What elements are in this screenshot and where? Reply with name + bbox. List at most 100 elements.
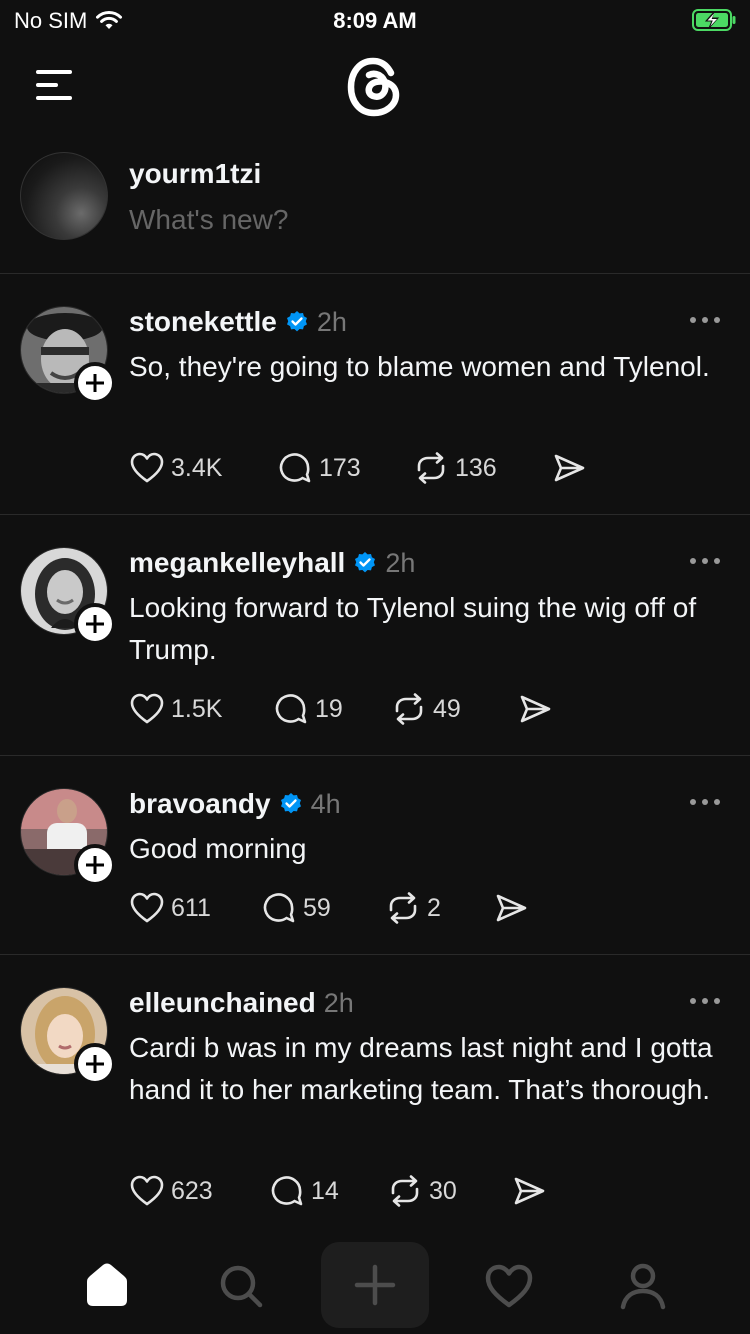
post-time: 2h bbox=[323, 987, 354, 1018]
plus-icon bbox=[354, 1264, 396, 1306]
post-card[interactable]: megankelleyhall 2h Looking forward to Ty… bbox=[0, 515, 750, 756]
like-count: 1.5K bbox=[171, 694, 223, 723]
heart-icon bbox=[130, 892, 164, 923]
share-button[interactable] bbox=[493, 890, 529, 926]
comment-icon bbox=[263, 893, 295, 923]
compose-prompt[interactable]: What's new? bbox=[129, 204, 288, 236]
share-button[interactable] bbox=[551, 450, 587, 486]
profile-icon bbox=[620, 1263, 666, 1310]
send-icon bbox=[514, 1177, 545, 1205]
verified-badge-icon bbox=[280, 793, 301, 814]
repost-icon bbox=[395, 693, 423, 725]
post-text: Cardi b was in my dreams last night and … bbox=[129, 1032, 713, 1105]
home-icon bbox=[87, 1263, 127, 1306]
reply-button[interactable]: 19 bbox=[273, 691, 391, 727]
more-options-icon[interactable] bbox=[690, 796, 720, 808]
heart-icon bbox=[130, 452, 164, 483]
post-header: elleunchained 2h bbox=[129, 983, 354, 1023]
follow-button[interactable] bbox=[74, 362, 116, 404]
post-card[interactable]: elleunchained 2h Cardi b was in my dream… bbox=[0, 955, 750, 1238]
share-button[interactable] bbox=[517, 691, 553, 727]
post-card[interactable]: stonekettle 2h So, they're going to blam… bbox=[0, 274, 750, 515]
status-time: 8:09 AM bbox=[333, 8, 417, 33]
post-time: 4h bbox=[310, 788, 341, 819]
post-actions: 3.4K 173 136 bbox=[129, 448, 587, 488]
tab-home[interactable] bbox=[67, 1246, 147, 1326]
follow-button[interactable] bbox=[74, 603, 116, 645]
post-username[interactable]: elleunchained bbox=[129, 987, 316, 1019]
heart-icon bbox=[130, 1175, 164, 1206]
repost-icon bbox=[417, 452, 445, 484]
battery-charging-icon bbox=[692, 9, 736, 31]
post-text: So, they're going to blame women and Tyl… bbox=[129, 351, 710, 382]
like-button[interactable]: 3.4K bbox=[129, 450, 277, 486]
post-username[interactable]: megankelleyhall bbox=[129, 547, 345, 579]
post-header: bravoandy 4h bbox=[129, 784, 341, 824]
reply-count: 19 bbox=[315, 694, 343, 723]
threads-logo-icon[interactable] bbox=[341, 53, 409, 121]
send-icon bbox=[554, 454, 585, 482]
post-card[interactable]: bravoandy 4h Good morning 611 59 2 bbox=[0, 756, 750, 955]
tab-search[interactable] bbox=[201, 1246, 281, 1326]
like-button[interactable]: 623 bbox=[129, 1173, 269, 1209]
repost-button[interactable]: 49 bbox=[391, 691, 517, 727]
post-text: Good morning bbox=[129, 833, 307, 864]
follow-button[interactable] bbox=[74, 1043, 116, 1085]
repost-count: 2 bbox=[427, 893, 441, 922]
search-icon bbox=[220, 1265, 263, 1308]
top-bar bbox=[0, 50, 750, 120]
heart-icon bbox=[485, 1264, 533, 1308]
post-actions: 623 14 30 bbox=[129, 1171, 547, 1211]
like-count: 623 bbox=[171, 1176, 213, 1205]
post-header: stonekettle 2h bbox=[129, 302, 347, 342]
repost-icon bbox=[389, 892, 417, 924]
verified-badge-icon bbox=[355, 552, 376, 573]
reply-button[interactable]: 14 bbox=[269, 1173, 387, 1209]
post-text: Looking forward to Tylenol suing the wig… bbox=[129, 592, 697, 665]
status-bar: No SIM 8:09 AM bbox=[0, 0, 750, 40]
own-username: yourm1tzi bbox=[129, 158, 262, 189]
tab-profile[interactable] bbox=[603, 1246, 683, 1326]
post-actions: 611 59 2 bbox=[129, 888, 529, 928]
reply-count: 14 bbox=[311, 1176, 339, 1205]
like-count: 611 bbox=[171, 893, 211, 922]
tab-create[interactable] bbox=[321, 1242, 429, 1328]
share-button[interactable] bbox=[511, 1173, 547, 1209]
repost-button[interactable]: 136 bbox=[413, 450, 551, 486]
more-options-icon[interactable] bbox=[690, 995, 720, 1007]
more-options-icon[interactable] bbox=[690, 314, 720, 326]
like-button[interactable]: 1.5K bbox=[129, 691, 273, 727]
like-count: 3.4K bbox=[171, 453, 223, 482]
repost-button[interactable]: 2 bbox=[385, 890, 493, 926]
own-avatar[interactable] bbox=[20, 152, 108, 240]
repost-count: 30 bbox=[429, 1176, 457, 1205]
post-header: megankelleyhall 2h bbox=[129, 543, 415, 583]
tab-activity[interactable] bbox=[469, 1246, 549, 1326]
follow-button[interactable] bbox=[74, 844, 116, 886]
reply-button[interactable]: 59 bbox=[261, 890, 385, 926]
bottom-tab-bar bbox=[0, 1238, 750, 1334]
send-icon bbox=[496, 894, 527, 922]
more-options-icon[interactable] bbox=[690, 555, 720, 567]
heart-icon bbox=[130, 693, 164, 724]
post-username[interactable]: bravoandy bbox=[129, 788, 271, 820]
reply-count: 173 bbox=[319, 453, 361, 482]
menu-icon[interactable] bbox=[36, 70, 76, 100]
post-username[interactable]: stonekettle bbox=[129, 306, 277, 338]
new-thread-composer[interactable]: yourm1tzi What's new? bbox=[0, 150, 750, 274]
comment-icon bbox=[279, 453, 311, 483]
reply-button[interactable]: 173 bbox=[277, 450, 413, 486]
repost-icon bbox=[391, 1175, 419, 1207]
comment-icon bbox=[271, 1176, 303, 1206]
reply-count: 59 bbox=[303, 893, 331, 922]
verified-badge-icon bbox=[286, 311, 307, 332]
post-time: 2h bbox=[316, 306, 347, 337]
repost-count: 49 bbox=[433, 694, 461, 723]
repost-button[interactable]: 30 bbox=[387, 1173, 511, 1209]
repost-count: 136 bbox=[455, 453, 497, 482]
like-button[interactable]: 611 bbox=[129, 890, 261, 926]
comment-icon bbox=[275, 694, 307, 724]
post-actions: 1.5K 19 49 bbox=[129, 689, 553, 729]
send-icon bbox=[520, 695, 551, 723]
post-time: 2h bbox=[385, 547, 416, 578]
